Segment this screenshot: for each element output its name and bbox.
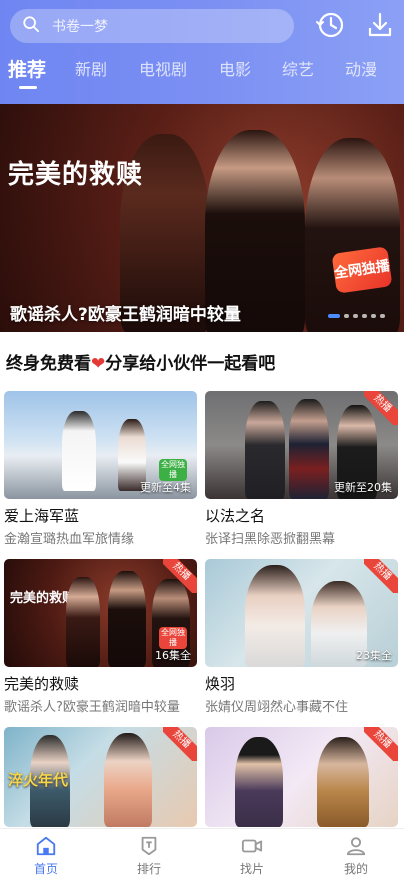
episode-count: 更新至4集 (140, 481, 191, 494)
episode-count: 16集全 (155, 649, 191, 662)
carousel-dot[interactable] (362, 314, 367, 318)
hot-ribbon-label: 热播 (163, 559, 197, 593)
nav-ranking[interactable]: 排行 (119, 835, 179, 877)
video-card[interactable]: 全网独播 更新至4集 爱上海军蓝 金瀚宣璐热血军旅情缘 (4, 391, 197, 547)
video-thumbnail[interactable]: 热播 (205, 727, 398, 827)
hero-caption: 歌谣杀人?欧豪王鹤润暗中较量 (10, 305, 241, 325)
search-icon (22, 15, 40, 37)
hot-ribbon: 热播 (163, 559, 197, 593)
history-icon[interactable] (316, 10, 346, 40)
hot-ribbon: 热播 (364, 559, 398, 593)
nav-profile-label: 我的 (343, 862, 368, 876)
video-description: 张婧仪周翊然心事藏不住 (205, 700, 349, 715)
nav-discover[interactable]: 找片 (222, 835, 282, 877)
tab-new-drama[interactable]: 新剧 (75, 56, 107, 84)
thumbnail-figure (235, 737, 283, 827)
video-card[interactable]: 热播 (205, 727, 398, 827)
video-thumbnail[interactable]: 热播 更新至20集 (205, 391, 398, 499)
thumbnail-figure (66, 577, 100, 667)
thumbnail-figure (62, 411, 96, 491)
video-title: 完美的救赎 (4, 675, 80, 693)
tab-variety[interactable]: 综艺 (282, 56, 314, 84)
video-description: 歌谣杀人?欧豪王鹤润暗中较量 (4, 700, 180, 715)
thumbnail-logo-text: 淬火年代 (8, 771, 69, 789)
hot-ribbon-label: 热播 (163, 727, 197, 761)
carousel-dot[interactable] (353, 314, 358, 318)
hero-figure (305, 138, 400, 332)
video-card[interactable]: 热播 更新至20集 以法之名 张译扫黑除恶掀翻黑幕 (205, 391, 398, 547)
hot-ribbon: 热播 (364, 727, 398, 761)
carousel-dot[interactable] (344, 314, 349, 318)
heart-icon: ❤ (91, 354, 106, 374)
download-icon[interactable] (365, 10, 395, 40)
category-tabs: 推荐 新剧 电视剧 电影 综艺 动漫 (0, 56, 404, 90)
user-icon (326, 835, 386, 857)
nav-home-label: 首页 (33, 862, 58, 876)
hot-ribbon-label: 热播 (364, 727, 398, 761)
nav-ranking-label: 排行 (136, 862, 161, 876)
thumbnail-figure (108, 571, 146, 667)
thumbnail-figure (289, 399, 329, 499)
home-icon (16, 835, 76, 857)
video-description: 金瀚宣璐热血军旅情缘 (4, 532, 135, 547)
bottom-navigation: 首页 排行 找片 我的 (0, 828, 404, 879)
nav-home[interactable]: 首页 (16, 835, 76, 877)
video-card[interactable]: 完美的救赎 热播 全网独播 16集全 完美的救赎 歌谣杀人?欧豪王鹤润暗中较量 (4, 559, 197, 715)
exclusive-badge: 全网独播 (331, 246, 393, 294)
active-tab-indicator (19, 86, 37, 89)
video-card[interactable]: 热播 23集全 焕羽 张婧仪周翊然心事藏不住 (205, 559, 398, 715)
nav-profile[interactable]: 我的 (326, 835, 386, 877)
section-title-part: 分享给小伙伴一起看吧 (105, 354, 276, 374)
thumbnail-logo-text: 完美的救赎 (10, 591, 76, 606)
video-thumbnail[interactable]: 淬火年代 热播 (4, 727, 197, 827)
episode-count: 更新至20集 (334, 481, 392, 494)
video-title: 以法之名 (205, 507, 266, 525)
thumbnail-figure (245, 565, 305, 667)
thumbnail-figure (317, 737, 369, 827)
tab-tv-series[interactable]: 电视剧 (139, 56, 187, 84)
carousel-dot[interactable] (371, 314, 376, 318)
hero-banner[interactable]: 完美的救赎 全网独播 歌谣杀人?欧豪王鹤润暗中较量 (0, 104, 404, 332)
tab-recommend[interactable]: 推荐 (8, 56, 46, 84)
video-title: 爱上海军蓝 (4, 507, 80, 525)
tab-movies[interactable]: 电影 (219, 56, 251, 84)
ranking-icon (119, 835, 179, 857)
exclusive-badge: 全网独播 (159, 459, 187, 481)
video-thumbnail[interactable]: 全网独播 更新至4集 (4, 391, 197, 499)
section-title-part: 终身免费看 (6, 354, 91, 374)
episode-count: 23集全 (356, 649, 392, 662)
carousel-dot[interactable] (328, 314, 340, 318)
thumbnail-figure (245, 401, 285, 499)
hot-ribbon: 热播 (163, 727, 197, 761)
hot-ribbon: 热播 (364, 391, 398, 425)
hot-ribbon-label: 热播 (364, 391, 398, 425)
hot-ribbon-label: 热播 (364, 559, 398, 593)
search-bar[interactable]: 书卷一梦 (10, 9, 294, 43)
section-title: 终身免费看❤分享给小伙伴一起看吧 (6, 349, 275, 374)
video-camera-icon (222, 835, 282, 857)
search-placeholder: 书卷一梦 (52, 19, 108, 35)
hero-logo-text: 完美的救赎 (8, 160, 144, 190)
video-thumbnail[interactable]: 热播 23集全 (205, 559, 398, 667)
video-title: 焕羽 (205, 675, 236, 693)
video-card[interactable]: 淬火年代 热播 (4, 727, 197, 827)
carousel-indicators (328, 314, 385, 318)
tab-anime[interactable]: 动漫 (345, 56, 377, 84)
video-thumbnail[interactable]: 完美的救赎 热播 全网独播 16集全 (4, 559, 197, 667)
exclusive-badge: 全网独播 (159, 627, 187, 649)
nav-discover-label: 找片 (239, 862, 264, 876)
video-description: 张译扫黑除恶掀翻黑幕 (205, 532, 336, 547)
carousel-dot[interactable] (380, 314, 385, 318)
thumbnail-figure (104, 733, 152, 827)
